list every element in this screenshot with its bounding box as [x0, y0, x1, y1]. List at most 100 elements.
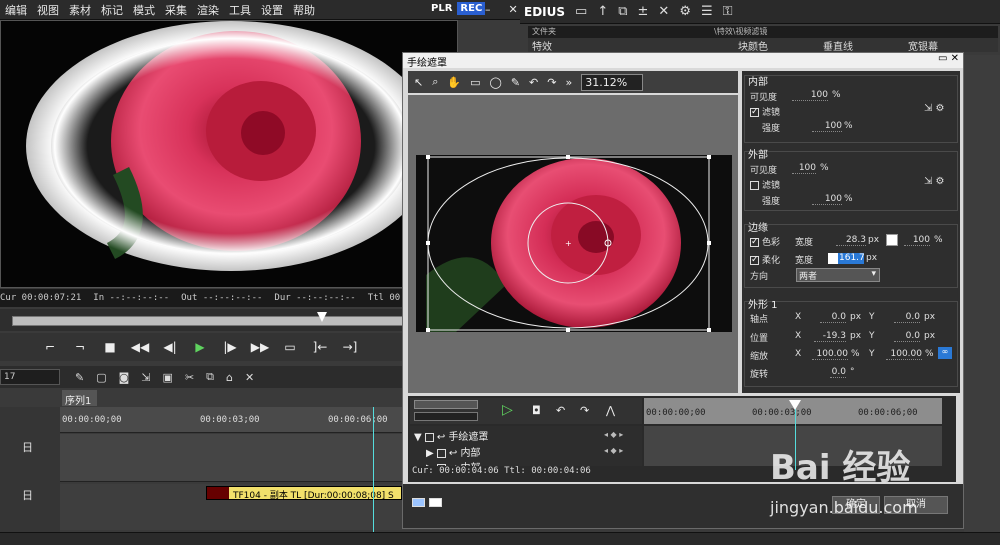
paste-icon[interactable]: ⌂ [226, 371, 233, 384]
menu-help[interactable]: 帮助 [293, 2, 315, 18]
outer-visibility-value[interactable]: 100 [792, 163, 816, 174]
position-x[interactable]: -19.3 [814, 331, 846, 342]
keyframe-nav-icon[interactable]: ◂ ◆ ▸ [604, 446, 623, 455]
edge-direction-select[interactable]: 两者 ▾ [796, 268, 880, 282]
insert-icon[interactable]: ]← [310, 338, 330, 356]
timeline-zoom-select[interactable] [414, 412, 478, 421]
new-icon[interactable]: ▢ [96, 371, 106, 384]
zoom-select[interactable]: 31.12% [581, 73, 644, 91]
loop-icon[interactable]: ◘ [532, 404, 541, 417]
split-view-icon[interactable] [412, 498, 425, 507]
undo-icon[interactable]: ↶ [556, 404, 565, 417]
edge-color-opacity[interactable]: 100 [904, 235, 930, 246]
save-icon[interactable]: ▣ [163, 371, 173, 384]
mask-shape-overlay[interactable]: + [416, 155, 732, 332]
menu-clip[interactable]: 素材 [69, 2, 91, 18]
layers-icon[interactable]: ⧉ [618, 4, 627, 19]
lock-icon[interactable]: ⚿ [723, 4, 733, 19]
properties-icon[interactable]: ⚙ [679, 4, 691, 19]
position-y[interactable]: 0.0 [894, 331, 920, 342]
close-icon[interactable]: ▭ ✕ [938, 53, 959, 64]
folder-icon[interactable]: ▭ [575, 4, 587, 19]
mark-in-icon[interactable]: ⌐ [40, 338, 60, 356]
list-icon[interactable]: ☰ [701, 4, 713, 19]
track-label-1[interactable]: 日 [22, 439, 33, 455]
menu-render[interactable]: 渲染 [197, 2, 219, 18]
scale-x[interactable]: 100.00 [812, 349, 848, 360]
play-icon[interactable]: ▶ [190, 338, 210, 356]
layer-row[interactable]: ▶ ↩ 内部 [426, 444, 480, 459]
anchor-x[interactable]: 0.0 [820, 312, 846, 323]
menu-edit[interactable]: 编辑 [5, 2, 27, 18]
pen-tool-icon[interactable]: ✎ [511, 76, 520, 89]
copy-icon[interactable]: ⧉ [206, 370, 214, 384]
undo-icon[interactable]: ↶ [529, 76, 538, 89]
graph-icon[interactable]: ⋀ [606, 404, 615, 417]
anchor-y[interactable]: 0.0 [894, 312, 920, 323]
menu-marker[interactable]: 标记 [101, 2, 123, 18]
step-forward-icon[interactable]: |▶ [220, 338, 240, 356]
timeline-ruler[interactable]: 00:00:00;00 00:00:03;00 00:00:06;00 [60, 407, 460, 433]
layer-row[interactable]: ▶ ↩ 内部 [426, 459, 480, 466]
capture-icon[interactable]: ◙ [119, 371, 130, 384]
outer-strength-value[interactable]: 100 [812, 194, 842, 205]
loop-icon[interactable]: ▭ [280, 338, 300, 356]
filter-settings-icon[interactable]: ⇲ ⚙ [924, 176, 945, 187]
inner-visibility-value[interactable]: 100 [792, 90, 828, 101]
plr-button[interactable]: PLR [428, 2, 455, 15]
delete-icon[interactable]: ✕ [245, 371, 254, 384]
fast-forward-icon[interactable]: ▶▶ [250, 338, 270, 356]
bin-item[interactable]: 块颜色 [738, 38, 768, 53]
video-track[interactable] [60, 434, 460, 482]
inner-filter-checkbox[interactable] [750, 108, 759, 117]
playhead-handle-icon[interactable] [789, 400, 801, 410]
mark-out-icon[interactable]: ¬ [70, 338, 90, 356]
menu-mode[interactable]: 模式 [133, 2, 155, 18]
tool-icon[interactable]: ✎ [75, 371, 84, 384]
delete-icon[interactable]: ✕ [658, 4, 669, 19]
layer-checkbox[interactable] [436, 448, 446, 458]
single-view-icon[interactable] [429, 498, 442, 507]
rewind-icon[interactable]: ◀◀ [130, 338, 150, 356]
filter-settings-icon[interactable]: ⇲ ⚙ [924, 103, 945, 114]
scrub-slider[interactable] [12, 316, 452, 326]
bin-item[interactable]: 垂直线 [823, 38, 853, 53]
redo-icon[interactable]: ↷ [547, 76, 556, 89]
keyframe-nav-icon[interactable]: ◂ ◆ ▸ [604, 430, 623, 439]
edge-soft-width[interactable]: 161.7 [838, 253, 865, 264]
cut-icon[interactable]: ✂ [185, 371, 194, 384]
layer-checkbox[interactable] [424, 432, 434, 442]
outer-filter-checkbox[interactable] [750, 181, 759, 190]
hand-tool-icon[interactable]: ✋ [447, 76, 461, 89]
bin-item[interactable]: 宽银幕 [908, 38, 938, 53]
menu-capture[interactable]: 采集 [165, 2, 187, 18]
menu-settings[interactable]: 设置 [261, 2, 283, 18]
inner-strength-value[interactable]: 100 [812, 121, 842, 132]
more-icon[interactable]: » [565, 76, 572, 89]
step-back-icon[interactable]: ◀| [160, 338, 180, 356]
timeline-position[interactable]: 17 [0, 369, 60, 385]
bin-tree-item[interactable]: 特效 [532, 38, 552, 53]
menu-tools[interactable]: 工具 [229, 2, 251, 18]
edge-color-width[interactable]: 28.3 [836, 235, 866, 246]
select-tool-icon[interactable]: ↖ [414, 76, 423, 89]
zoom-tool-icon[interactable]: ⌕ [432, 75, 438, 89]
timeline-playhead[interactable] [373, 407, 374, 537]
up-icon[interactable]: ↑ [597, 4, 608, 19]
edge-color-swatch[interactable] [886, 234, 898, 246]
timeline-zoom-slider[interactable] [414, 400, 478, 409]
import-icon[interactable]: ⇲ [141, 371, 150, 384]
scale-y[interactable]: 100.00 [886, 349, 922, 360]
scrub-handle-icon[interactable] [317, 312, 327, 322]
stop-icon[interactable]: ■ [100, 338, 120, 356]
redo-icon[interactable]: ↷ [580, 404, 589, 417]
rotation-value[interactable]: 0.0 [830, 367, 846, 378]
tab-sequence1[interactable]: 序列1 [62, 390, 97, 407]
play-icon[interactable]: ▷ [502, 402, 513, 418]
layer-row[interactable]: ▼ ↩ 手绘遮罩 [414, 428, 488, 443]
link-scale-icon[interactable]: ∞ [938, 347, 952, 359]
edge-soft-checkbox[interactable] [750, 256, 759, 265]
rectangle-tool-icon[interactable]: ▭ [470, 76, 480, 89]
add-icon[interactable]: ± [638, 4, 649, 19]
close-icon[interactable]: ✕ [509, 3, 518, 16]
